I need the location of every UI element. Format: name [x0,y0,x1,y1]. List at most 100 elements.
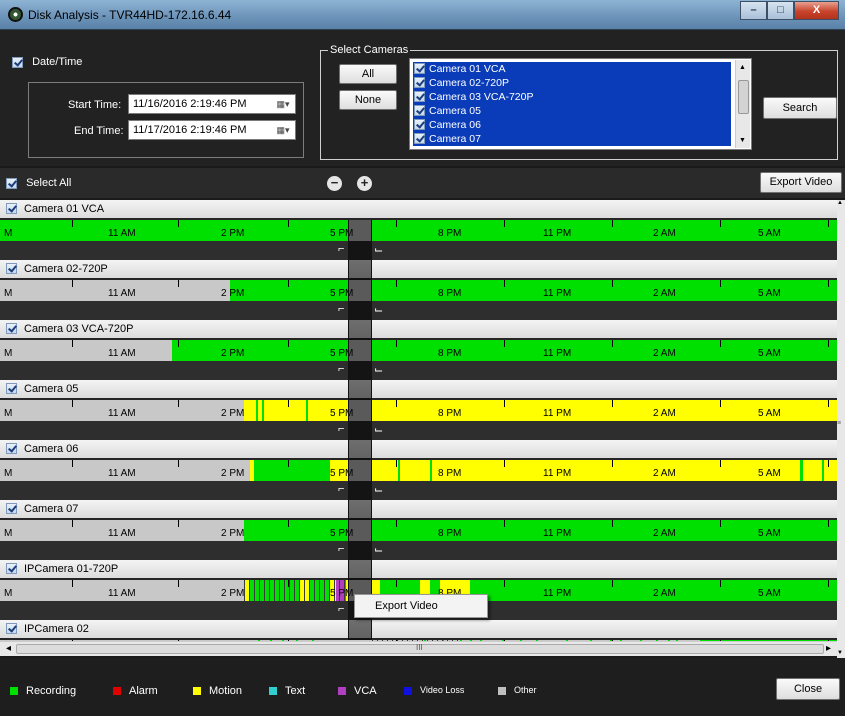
datetime-checkbox-row[interactable]: Date/Time [12,56,82,68]
camera-row-header[interactable]: Camera 05 [0,380,837,398]
camera-row-header[interactable]: IPCamera 02 [0,620,837,638]
selection-end-marker-icon[interactable]: ⌙ [374,363,383,376]
close-button[interactable]: Close [776,678,840,700]
close-window-button[interactable]: X [794,1,839,20]
camera-row-checkbox[interactable] [6,503,17,514]
camera-row-header[interactable]: Camera 02-720P [0,260,837,278]
camera-list-item[interactable]: Camera 06 [413,118,731,132]
camera-timeline-bar[interactable]: M11 AM2 PM5 PM8 PM11 PM2 AM5 AM [0,520,837,541]
camera-row-checkbox[interactable] [6,203,17,214]
scroll-up-icon[interactable]: ▲ [837,200,843,206]
app-icon [8,7,23,22]
time-tick [828,580,829,587]
camera-list-item[interactable]: Camera 03 VCA-720P [413,90,731,104]
context-menu-export-video[interactable]: Export Video [354,594,488,618]
selection-start-marker-icon[interactable]: ⌐ [338,543,344,555]
camera-checkbox[interactable] [414,133,425,144]
camera-timeline-bar[interactable]: M11 AM2 PM5 PM8 PM11 PM2 AM5 AM [0,220,837,241]
time-label: 2 PM [221,528,245,539]
export-video-button[interactable]: Export Video [760,172,842,193]
select-none-cameras-button[interactable]: None [339,90,397,110]
camera-timeline-bar[interactable]: M11 AM2 PM5 PM8 PM11 PM2 AM5 AM [0,340,837,361]
timeline-selection-strip[interactable]: ⌐⌙ [0,421,837,440]
camera-row-checkbox[interactable] [6,323,17,334]
camera-list-item[interactable]: Camera 07 [413,132,731,146]
selection-start-marker-icon[interactable]: ⌐ [338,483,344,495]
camera-list-item[interactable]: Camera 05 [413,104,731,118]
start-time-field[interactable]: 11/16/2016 2:19:46 PM ▦▾ [128,94,296,114]
selection-end-marker-icon[interactable]: ⌙ [374,243,383,256]
camera-row-checkbox[interactable] [6,443,17,454]
datetime-checkbox[interactable] [12,56,23,68]
camera-checkbox[interactable] [414,63,425,74]
time-tick [720,340,721,347]
select-all-checkbox[interactable] [6,177,17,189]
camera-checkbox[interactable] [414,77,425,88]
timeline-selection-strip[interactable]: ⌐⌙ [0,541,837,560]
time-label: M [4,348,13,359]
zoom-in-icon[interactable]: + [357,176,372,191]
timeline-selection-strip[interactable]: ⌐⌙ [0,481,837,500]
scroll-up-icon[interactable]: ▲ [739,64,746,71]
camera-row-checkbox[interactable] [6,383,17,394]
minimize-button[interactable]: – [740,1,767,20]
selection-start-marker-icon[interactable]: ⌐ [338,603,344,615]
camera-list-item[interactable]: Camera 01 VCA [413,62,731,76]
time-tick [178,580,179,587]
time-label: 11 AM [108,288,136,299]
selection-window[interactable] [348,220,372,640]
scroll-right-icon[interactable]: ▸ [826,643,831,654]
camera-row-checkbox[interactable] [6,563,17,574]
camera-list-label: Camera 06 [429,119,481,131]
selection-start-marker-icon[interactable]: ⌐ [338,303,344,315]
selection-end-marker-icon[interactable]: ⌙ [374,303,383,316]
camera-list-scroll-thumb[interactable] [738,80,749,114]
event-stripe [324,580,325,601]
timeline-area[interactable]: Camera 01 VCA M 11 AM 2 PM 5 PM 8 PM 11 PM 2 AM… [0,200,837,641]
zoom-out-icon[interactable]: − [327,176,342,191]
scroll-down-icon[interactable]: ▼ [837,650,843,656]
time-label: 5 AM [758,528,781,539]
camera-row-name: IPCamera 01-720P [24,563,119,575]
selection-end-marker-icon[interactable]: ⌙ [374,543,383,556]
calendar-dropdown-icon[interactable]: ▦▾ [273,123,293,137]
camera-list-scrollbar[interactable]: ▲ ▼ [735,60,750,148]
time-label: M [4,228,13,239]
camera-row-header[interactable]: IPCamera 01-720P [0,560,837,578]
select-all-row[interactable]: Select All [6,177,71,189]
selection-end-marker-icon[interactable]: ⌙ [374,483,383,496]
camera-timeline-bar[interactable]: M11 AM2 PM5 PM8 PM11 PM2 AM5 AM [0,400,837,421]
camera-row-checkbox[interactable] [6,623,17,634]
camera-listbox[interactable]: Camera 01 VCA Camera 02-720P Camera 03 V… [409,58,752,150]
selection-start-marker-icon[interactable]: ⌐ [338,243,344,255]
camera-row-checkbox[interactable] [6,263,17,274]
camera-row-header[interactable]: Camera 03 VCA-720P [0,320,837,338]
selection-end-marker-icon[interactable]: ⌙ [374,423,383,436]
end-time-field[interactable]: 11/17/2016 2:19:46 PM ▦▾ [128,120,296,140]
camera-checkbox[interactable] [414,119,425,130]
camera-timeline-bar[interactable]: M11 AM2 PM5 PM8 PM11 PM2 AM5 AM [0,460,837,481]
scroll-down-icon[interactable]: ▼ [739,137,746,144]
timeline-selection-strip[interactable]: ⌐⌙ [0,361,837,380]
timeline-selection-strip[interactable]: ⌐⌙ [0,301,837,320]
calendar-dropdown-icon[interactable]: ▦▾ [273,97,293,111]
maximize-button[interactable]: □ [767,1,794,20]
camera-row-header[interactable]: Camera 06 [0,440,837,458]
timeline-selection-strip[interactable]: ⌐⌙ [0,241,837,260]
select-all-cameras-button[interactable]: All [339,64,397,84]
camera-checkbox[interactable] [414,105,425,116]
selection-start-marker-icon[interactable]: ⌐ [338,423,344,435]
scroll-left-icon[interactable]: ◂ [6,643,11,654]
search-button[interactable]: Search [763,97,837,119]
camera-checkbox[interactable] [414,91,425,102]
camera-timeline-bar[interactable]: M11 AM2 PM5 PM8 PM11 PM2 AM5 AM [0,280,837,301]
camera-list-label: Camera 01 VCA [429,63,506,75]
camera-row-header[interactable]: Camera 01 VCA [0,200,837,218]
timeline-horizontal-scrollbar[interactable]: ◂ III ▸ [0,641,837,656]
legend-vca-label: VCA [354,685,377,697]
camera-list-item[interactable]: Camera 02-720P [413,76,731,90]
timeline-vertical-scrollbar[interactable]: ▲ ≡ ▼ [837,200,845,658]
camera-row-header[interactable]: Camera 07 [0,500,837,518]
selection-start-marker-icon[interactable]: ⌐ [338,363,344,375]
select-cameras-legend: Select Cameras [328,44,411,56]
